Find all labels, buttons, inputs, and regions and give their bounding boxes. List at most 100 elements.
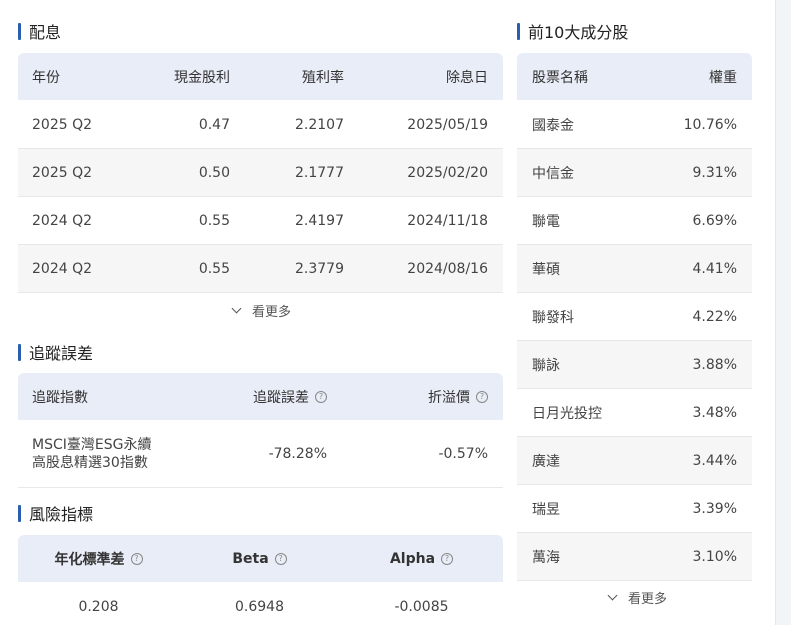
table-row: 萬海 3.10%: [517, 533, 752, 581]
ex-date-cell: 2024/11/18: [407, 212, 488, 229]
section-accent-bar: [18, 504, 21, 522]
help-icon[interactable]: ?: [315, 390, 327, 403]
tracking-header-row: 追蹤指數 追蹤誤差 ? 折溢價 ?: [18, 373, 503, 420]
annual-std-label: 年化標準差: [54, 551, 125, 568]
col-header-alpha: Alpha ?: [340, 535, 503, 582]
holdings-header-row: 股票名稱 權重: [517, 53, 752, 100]
premium-cell: -0.57%: [438, 446, 488, 462]
alpha-value: -0.0085: [394, 599, 449, 615]
stock-name-cell: 聯電: [532, 213, 560, 230]
ex-date-cell: 2025/05/19: [407, 116, 488, 133]
col-header-ex-date: 除息日: [446, 69, 488, 86]
ex-date-cell: 2025/02/20: [407, 164, 488, 181]
year-cell: 2025 Q2: [32, 116, 93, 133]
tracking-title: 追蹤誤差: [18, 340, 93, 364]
stock-name-cell: 中信金: [532, 165, 574, 182]
weight-cell: 3.39%: [692, 500, 737, 517]
stock-name-cell: 聯發科: [532, 309, 574, 326]
stock-name-cell: 日月光投控: [532, 405, 602, 422]
table-row: MSCI臺灣ESG永續 高股息精選30指數 -78.28% -0.57%: [18, 421, 503, 488]
annual-std-value: 0.208: [78, 599, 119, 615]
cash-dividend-cell: 0.55: [198, 260, 230, 277]
tracking-table: 追蹤指數 追蹤誤差 ? 折溢價 ? MSCI臺灣ESG永續 高股息精選30指數 …: [18, 373, 503, 488]
alpha-label: Alpha: [389, 550, 436, 567]
col-header-stock-name: 股票名稱: [532, 69, 588, 86]
premium-label: 折溢價: [428, 389, 470, 406]
col-header-year: 年份: [32, 69, 60, 86]
cash-dividend-cell: 0.55: [198, 212, 230, 229]
section-accent-bar: [517, 22, 520, 40]
help-icon[interactable]: ?: [441, 552, 454, 565]
tracking-error-cell: -78.28%: [268, 446, 327, 462]
table-row: 聯電 6.69%: [517, 197, 752, 245]
weight-cell: 3.88%: [692, 356, 737, 373]
col-header-beta: Beta ?: [179, 535, 340, 582]
table-row: 2024 Q2 0.55 2.4197 2024/11/18: [18, 197, 503, 245]
year-cell: 2024 Q2: [32, 260, 93, 277]
table-row: 國泰金 10.76%: [517, 101, 752, 149]
risk-table: 年化標準差 ? Beta ? Alpha ? 0.208 0.6948 -0.0…: [18, 535, 503, 625]
col-header-premium: 折溢價 ?: [428, 373, 488, 420]
stock-name-cell: 瑞昱: [532, 501, 560, 518]
holdings-see-more-button[interactable]: 看更多: [607, 588, 668, 607]
col-header-yield: 殖利率: [302, 69, 344, 86]
col-header-cash-dividend: 現金股利: [174, 69, 230, 86]
weight-cell: 6.69%: [692, 212, 737, 229]
stock-name-cell: 萬海: [532, 549, 560, 566]
ex-date-cell: 2024/08/16: [407, 260, 488, 277]
stock-name-cell: 聯詠: [532, 357, 560, 374]
holdings-title-text: 前10大成分股: [528, 23, 629, 42]
scrollbar-track[interactable]: [775, 0, 791, 625]
dividends-table: 年份 現金股利 殖利率 除息日 2025 Q2 0.47 2.2107 2025…: [18, 53, 503, 293]
stock-name-cell: 國泰金: [532, 117, 574, 134]
help-icon[interactable]: ?: [274, 552, 287, 565]
table-row: 2025 Q2 0.50 2.1777 2025/02/20: [18, 149, 503, 197]
dividends-title: 配息: [18, 19, 61, 43]
col-header-tracking-error: 追蹤誤差 ?: [253, 373, 327, 420]
table-row: 聯詠 3.88%: [517, 341, 752, 389]
see-more-label: 看更多: [252, 305, 292, 320]
tracking-index-line2: 高股息精選30指數: [32, 455, 148, 471]
risk-title: 風險指標: [18, 501, 93, 525]
table-row: 0.208 0.6948 -0.0085: [18, 583, 503, 625]
tracking-index-cell: MSCI臺灣ESG永續 高股息精選30指數: [32, 421, 151, 487]
holdings-title: 前10大成分股: [517, 19, 628, 43]
weight-cell: 3.48%: [692, 404, 737, 421]
table-row: 中信金 9.31%: [517, 149, 752, 197]
help-icon[interactable]: ?: [130, 552, 143, 565]
tracking-index-line1: MSCI臺灣ESG永續: [32, 437, 152, 453]
tracking-error-label: 追蹤誤差: [253, 389, 309, 406]
stock-name-cell: 廣達: [532, 453, 560, 470]
yield-cell: 2.3779: [295, 260, 344, 277]
col-header-tracking-index: 追蹤指數: [32, 389, 88, 406]
beta-value: 0.6948: [235, 599, 284, 615]
cash-dividend-cell: 0.50: [198, 164, 230, 181]
chevron-down-icon: [607, 590, 618, 601]
stock-name-cell: 華碩: [532, 261, 560, 278]
beta-label: Beta: [232, 550, 269, 567]
table-row: 華碩 4.41%: [517, 245, 752, 293]
risk-header-row: 年化標準差 ? Beta ? Alpha ?: [18, 535, 503, 582]
table-row: 2024 Q2 0.55 2.3779 2024/08/16: [18, 245, 503, 293]
chevron-down-icon: [231, 303, 242, 314]
weight-cell: 10.76%: [683, 116, 737, 133]
see-more-label: 看更多: [628, 592, 668, 607]
weight-cell: 4.22%: [692, 308, 737, 325]
col-header-weight: 權重: [709, 69, 737, 86]
year-cell: 2024 Q2: [32, 212, 93, 229]
weight-cell: 3.44%: [692, 452, 737, 469]
section-accent-bar: [18, 343, 21, 361]
help-icon[interactable]: ?: [476, 390, 488, 403]
table-row: 2025 Q2 0.47 2.2107 2025/05/19: [18, 101, 503, 149]
dividends-header-row: 年份 現金股利 殖利率 除息日: [18, 53, 503, 100]
holdings-table: 股票名稱 權重 國泰金 10.76% 中信金 9.31% 聯電 6.69% 華碩…: [517, 53, 752, 581]
dividends-title-text: 配息: [29, 23, 62, 42]
section-accent-bar: [18, 22, 21, 40]
weight-cell: 9.31%: [692, 164, 737, 181]
table-row: 日月光投控 3.48%: [517, 389, 752, 437]
weight-cell: 4.41%: [692, 260, 737, 277]
table-row: 聯發科 4.22%: [517, 293, 752, 341]
yield-cell: 2.1777: [295, 164, 344, 181]
dividends-see-more-button[interactable]: 看更多: [231, 301, 292, 320]
yield-cell: 2.2107: [295, 116, 344, 133]
